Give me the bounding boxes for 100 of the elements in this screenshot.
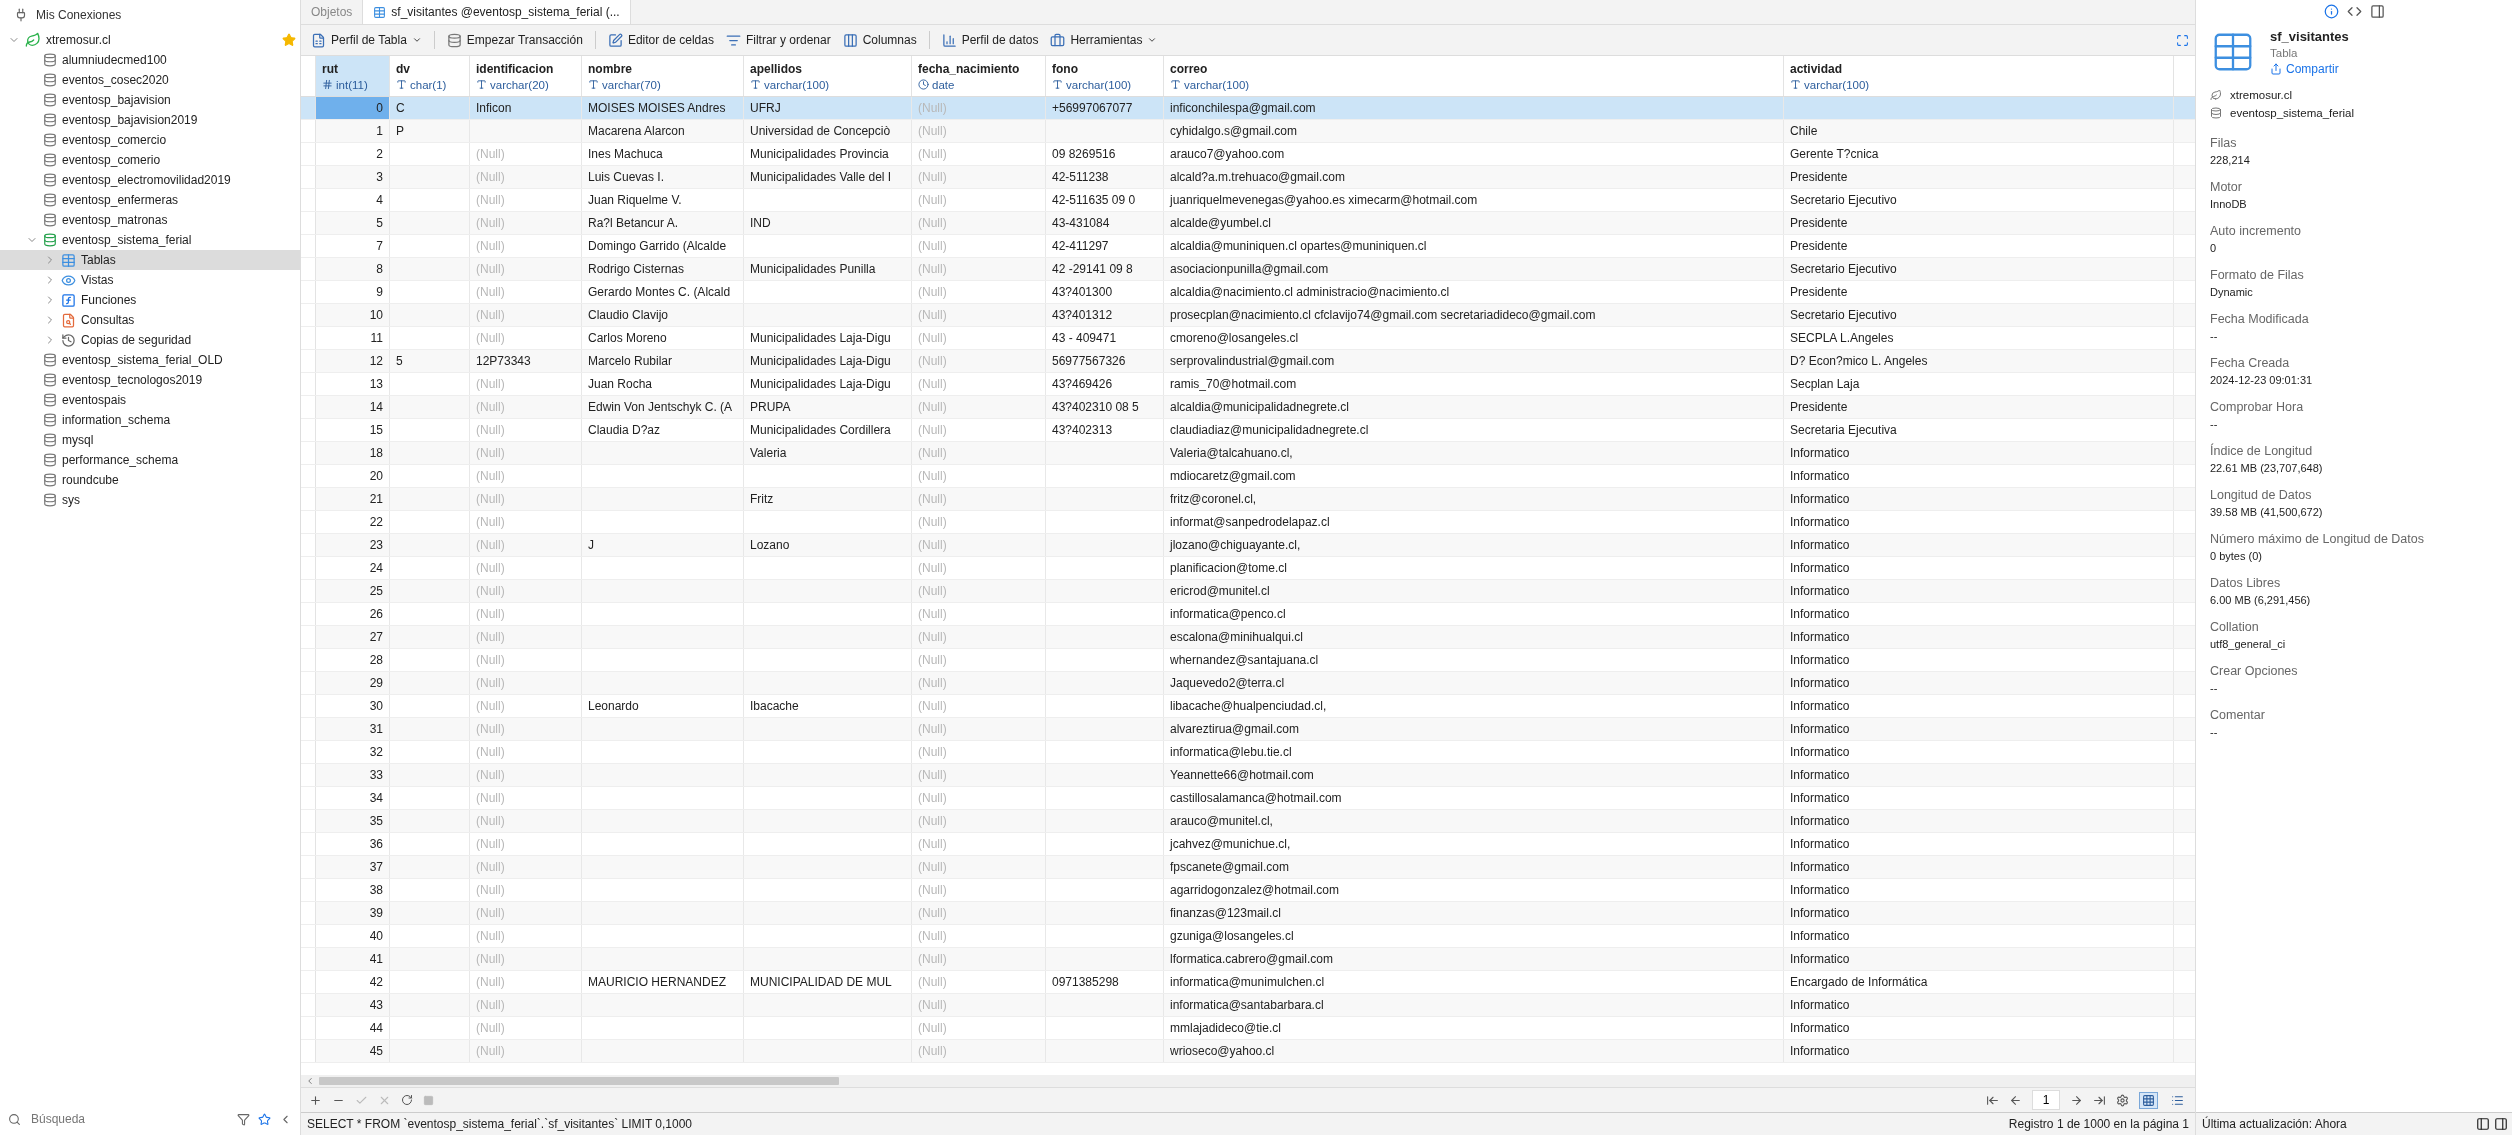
code-icon[interactable]	[2346, 4, 2362, 19]
tree-item[interactable]: eventosp_enfermeras	[0, 190, 300, 210]
tree-item[interactable]: eventosp_electromovilidad2019	[0, 170, 300, 190]
tree-item[interactable]: performance_schema	[0, 450, 300, 470]
table-row[interactable]: 5 (Null) Ra?l Betancur A. IND (Null) 43-431084 alcalde@yumbel.cl Presidente	[301, 212, 2195, 235]
row-header[interactable]	[301, 442, 316, 464]
tree-item[interactable]: roundcube	[0, 470, 300, 490]
search-field[interactable]: Búsqueda	[29, 1111, 229, 1127]
table-row[interactable]: 36 (Null) (Null) jcahvez@munichue.cl, Informatico	[301, 833, 2195, 856]
scroll-left-icon[interactable]	[305, 1076, 315, 1086]
row-header[interactable]	[301, 350, 316, 372]
tree-item[interactable]: eventosp_matronas	[0, 210, 300, 230]
table-row[interactable]: 34 (Null) (Null) castillosalamanca@hotmail.com Informatico	[301, 787, 2195, 810]
tree-item[interactable]: xtremosur.cl	[0, 30, 300, 50]
info-icon[interactable]	[2323, 4, 2339, 19]
table-row[interactable]: 32 (Null) (Null) informatica@lebu.tie.cl Informatico	[301, 741, 2195, 764]
table-row[interactable]: 41 (Null) (Null) lformatica.cabrero@gmail.com Informatico	[301, 948, 2195, 971]
filter-icon[interactable]	[237, 1112, 250, 1126]
right-panel-icon[interactable]	[2494, 1117, 2508, 1131]
row-header[interactable]	[301, 258, 316, 280]
first-page-icon[interactable]	[1986, 1093, 1999, 1107]
row-header[interactable]	[301, 212, 316, 234]
last-page-icon[interactable]	[2093, 1093, 2106, 1107]
table-row[interactable]: 38 (Null) (Null) agarridogonzalez@hotmail.com Informatico	[301, 879, 2195, 902]
table-row[interactable]: 13 (Null) Juan Rocha Municipalidades Laja-Digu (Null) 43?469426 ramis_70@hotmail.com Secplan Laja	[301, 373, 2195, 396]
table-row[interactable]: 29 (Null) (Null) Jaquevedo2@terra.cl Informatico	[301, 672, 2195, 695]
toolbar-button[interactable]: Filtrar y ordenar	[721, 30, 835, 50]
tree-item[interactable]: eventosp_comercio	[0, 130, 300, 150]
table-row[interactable]: 18 (Null) Valeria (Null) Valeria@talcahuano.cl, Informatico	[301, 442, 2195, 465]
refresh-icon[interactable]	[401, 1094, 413, 1106]
tree-item[interactable]: Vistas	[0, 270, 300, 290]
table-row[interactable]: 37 (Null) (Null) fpscanete@gmail.com Informatico	[301, 856, 2195, 879]
add-icon[interactable]	[309, 1093, 322, 1107]
table-row[interactable]: 8 (Null) Rodrigo Cisternas Municipalidades Punilla (Null) 42 -29141 09 8 asociacionpunilla@gmail.com Secretario Ejecutivo	[301, 258, 2195, 281]
tree-item[interactable]: mysql	[0, 430, 300, 450]
settings-icon[interactable]	[2116, 1093, 2129, 1107]
table-row[interactable]: 24 (Null) (Null) planificacion@tome.cl Informatico	[301, 557, 2195, 580]
table-row[interactable]: 39 (Null) (Null) finanzas@123mail.cl Informatico	[301, 902, 2195, 925]
tree-item[interactable]: eventosp_comerio	[0, 150, 300, 170]
table-row[interactable]: 2 (Null) Ines Machuca Municipalidades Provincia (Null) 09 8269516 arauco7@yahoo.com Gerente T?cnica	[301, 143, 2195, 166]
table-row[interactable]: 35 (Null) (Null) arauco@munitel.cl, Informatico	[301, 810, 2195, 833]
table-row[interactable]: 42 (Null) MAURICIO HERNANDEZ MUNICIPALIDAD DE MUL (Null) 0971385298 informatica@munimulchen.cl Encargado de Informática	[301, 971, 2195, 994]
table-row[interactable]: 20 (Null) (Null) mdiocaretz@gmail.com Informatico	[301, 465, 2195, 488]
share-link[interactable]: Compartir	[2270, 62, 2349, 76]
row-header[interactable]	[301, 856, 316, 878]
table-row[interactable]: 14 (Null) Edwin Von Jentschyk C. (A PRUPA (Null) 43?402310 08 5 alcaldia@municipalidadnegrete.cl Presidente	[301, 396, 2195, 419]
tab[interactable]: sf_visitantes @eventosp_sistema_ferial (...	[363, 0, 631, 24]
stop-icon[interactable]	[423, 1094, 434, 1106]
table-row[interactable]: 43 (Null) (Null) informatica@santabarbara.cl Informatico	[301, 994, 2195, 1017]
grid-view-button[interactable]	[2139, 1091, 2158, 1109]
toolbar-button[interactable]: Perfil de Tabla	[307, 30, 426, 50]
table-row[interactable]: 12 5 12P73343 Marcelo Rubilar Municipalidades Laja-Digu (Null) 56977567326 serprovalindustrial@gmail.com D? Econ?mico L. Angeles	[301, 350, 2195, 373]
tree-item[interactable]: sys	[0, 490, 300, 510]
table-row[interactable]: 1 P Macarena Alarcon Universidad de Concepciò (Null) cyhidalgo.s@gmail.com Chile	[301, 120, 2195, 143]
row-header[interactable]	[301, 994, 316, 1016]
tree-item[interactable]: information_schema	[0, 410, 300, 430]
table-row[interactable]: 28 (Null) (Null) whernandez@santajuana.cl Informatico	[301, 649, 2195, 672]
table-row[interactable]: 40 (Null) (Null) gzuniga@losangeles.cl Informatico	[301, 925, 2195, 948]
row-header[interactable]	[301, 120, 316, 142]
previous-page-icon[interactable]	[2009, 1093, 2022, 1107]
tree-item[interactable]: eventosp_bajavision	[0, 90, 300, 110]
table-row[interactable]: 25 (Null) (Null) ericrod@munitel.cl Informatico	[301, 580, 2195, 603]
table-row[interactable]: 11 (Null) Carlos Moreno Municipalidades Laja-Digu (Null) 43 - 409471 cmoreno@losangeles.cl SECPLA L.Angeles	[301, 327, 2195, 350]
column-header[interactable]: rut int(11)	[316, 56, 390, 96]
table-row[interactable]: 27 (Null) (Null) escalona@minihualqui.cl Informatico	[301, 626, 2195, 649]
tree-item[interactable]: eventosp_sistema_ferial	[0, 230, 300, 250]
table-row[interactable]: 9 (Null) Gerardo Montes C. (Alcald (Null) 43?401300 alcaldia@nacimiento.cl administracio@nacimiento.cl Presidente	[301, 281, 2195, 304]
tree-item[interactable]: eventosp_bajavision2019	[0, 110, 300, 130]
table-row[interactable]: 45 (Null) (Null) wrioseco@yahoo.cl Informatico	[301, 1040, 2195, 1063]
tree-item[interactable]: alumniudecmed100	[0, 50, 300, 70]
row-header[interactable]	[301, 902, 316, 924]
table-row[interactable]: 7 (Null) Domingo Garrido (Alcalde (Null) 42-411297 alcaldia@muniniquen.cl opartes@muniniquen.cl Presidente	[301, 235, 2195, 258]
toolbar-button[interactable]: Empezar Transacción	[442, 30, 587, 50]
table-row[interactable]: 22 (Null) (Null) informat@sanpedrodelapaz.cl Informatico	[301, 511, 2195, 534]
left-panel-icon[interactable]	[2476, 1117, 2490, 1131]
toolbar-button[interactable]: Columnas	[838, 30, 921, 50]
row-header[interactable]	[301, 718, 316, 740]
tree-item[interactable]: eventosp_tecnologos2019	[0, 370, 300, 390]
table-row[interactable]: 30 (Null) Leonardo Ibacache (Null) libacache@hualpenciudad.cl, Informatico	[301, 695, 2195, 718]
tree-item[interactable]: Copias de seguridad	[0, 330, 300, 350]
table-row[interactable]: 3 (Null) Luis Cuevas I. Municipalidades Valle del I (Null) 42-511238 alcald?a.m.trehuaco@gmail.com Presidente	[301, 166, 2195, 189]
table-row[interactable]: 21 (Null) Fritz (Null) fritz@coronel.cl, Informatico	[301, 488, 2195, 511]
table-row[interactable]: 10 (Null) Claudio Clavijo (Null) 43?401312 prosecplan@nacimiento.cl cfclavijo74@gmail.com secretariadideco@gmail.com Secretario Ejecutivo	[301, 304, 2195, 327]
table-row[interactable]: 0 C Inficon MOISES MOISES Andres UFRJ (Null) +56997067077 inficonchilespa@gmail.com	[301, 97, 2195, 120]
tree-item[interactable]: eventospais	[0, 390, 300, 410]
table-row[interactable]: 44 (Null) (Null) mmlajadideco@tie.cl Informatico	[301, 1017, 2195, 1040]
row-header[interactable]	[301, 304, 316, 326]
star-icon[interactable]	[282, 33, 296, 47]
table-row[interactable]: 31 (Null) (Null) alvareztirua@gmail.com Informatico	[301, 718, 2195, 741]
row-header[interactable]	[301, 626, 316, 648]
row-header[interactable]	[301, 488, 316, 510]
row-header[interactable]	[301, 948, 316, 970]
row-header[interactable]	[301, 672, 316, 694]
fullscreen-icon[interactable]	[2176, 33, 2189, 47]
toolbar-button[interactable]: Perfil de datos	[937, 30, 1043, 50]
tree-item[interactable]: eventosp_sistema_ferial_OLD	[0, 350, 300, 370]
table-row[interactable]: 33 (Null) (Null) Yeannette66@hotmail.com Informatico	[301, 764, 2195, 787]
table-row[interactable]: 26 (Null) (Null) informatica@penco.cl Informatico	[301, 603, 2195, 626]
tree-item[interactable]: Funciones	[0, 290, 300, 310]
row-header[interactable]	[301, 396, 316, 418]
